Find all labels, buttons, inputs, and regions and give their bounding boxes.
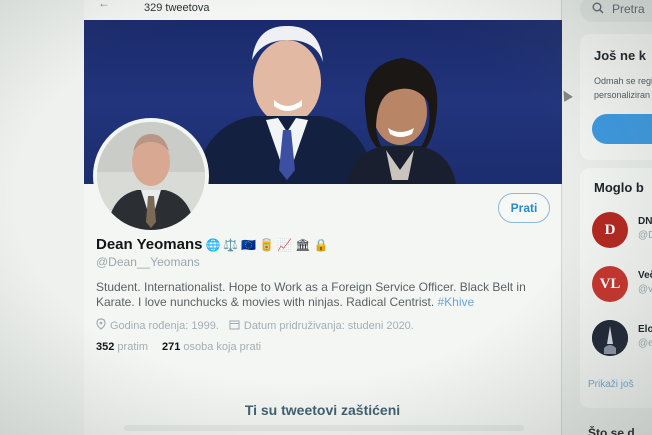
following-label: pratim <box>117 341 148 353</box>
suggestion-name: Elo <box>638 324 652 335</box>
user-handle: @Dean__Yeomans <box>96 255 200 269</box>
avatar-photo <box>97 122 205 230</box>
search-icon <box>592 2 604 17</box>
whats-happening-title: Što se d <box>588 426 635 435</box>
following-link[interactable]: 352 pratim <box>96 341 148 353</box>
suggestion-handle: @v <box>638 284 652 295</box>
search-placeholder: Pretra <box>612 2 645 16</box>
bio-hashtag-link[interactable]: #Khive <box>438 295 475 309</box>
suggestion-name: Več <box>638 270 652 281</box>
show-more-link[interactable]: Prikaži još <box>588 379 634 390</box>
lock-icon: 🔒 <box>313 237 329 252</box>
who-to-follow-card: Moglo b D DN @D VL Več @v Elo @el <box>580 168 652 408</box>
suggestion-name: DN <box>638 216 652 227</box>
eu-flag-icon: 🇪🇺 <box>241 237 257 252</box>
right-sidebar: Pretra Još ne k Odmah se regi personaliz… <box>562 0 652 435</box>
suggestion-item[interactable]: D DN @D <box>592 212 652 252</box>
location-pin-icon <box>96 318 106 333</box>
protected-tweets-title: Ti su tweetovi zaštićeni <box>244 402 401 418</box>
who-to-follow-title: Moglo b <box>594 180 644 195</box>
can-icon: 🥫 <box>259 237 275 252</box>
profile-header-bar: ← 329 tweetova <box>84 0 561 20</box>
following-count: 352 <box>96 341 115 353</box>
signup-card-line1: Odmah se regi <box>594 76 652 86</box>
followers-link[interactable]: 271 osoba koja prati <box>162 341 261 353</box>
suggestion-handle: @D <box>638 230 652 241</box>
signup-card-title: Još ne k <box>594 48 647 63</box>
profile-meta: Godina rođenja: 1999. Datum pridruživanj… <box>96 318 414 333</box>
name-row: Dean Yeomans 🌐 ⚖️ 🇪🇺 🥫 📈 🏛 🔒 <box>96 236 328 253</box>
tweet-count: 329 tweetova <box>144 2 210 14</box>
search-input[interactable]: Pretra <box>580 0 652 22</box>
scales-icon: ⚖️ <box>223 237 239 252</box>
follow-button[interactable]: Prati <box>498 193 550 223</box>
profile-bio: Student. Internationalist. Hope to Work … <box>96 280 526 310</box>
birth-year-text: Godina rođenja: 1999. <box>110 319 219 332</box>
suggestion-avatar: VL <box>592 266 628 302</box>
join-date-text: Datum pridruživanja: studeni 2020. <box>243 319 414 332</box>
suggestion-avatar: D <box>592 212 628 248</box>
calendar-icon <box>229 319 240 333</box>
signup-card: Još ne k Odmah se regi personaliziran <box>580 34 652 160</box>
suggestion-item[interactable]: VL Več @v <box>592 266 652 306</box>
followers-label: osoba koja prati <box>183 341 262 353</box>
back-arrow-icon[interactable]: ← <box>98 0 110 10</box>
suggestion-avatar <box>592 320 628 356</box>
signup-card-line2: personaliziran <box>594 90 651 100</box>
chart-increasing-icon: 📈 <box>277 237 293 252</box>
suggestion-item[interactable]: Elo @el <box>592 320 652 360</box>
suggestion-handle: @el <box>638 338 652 349</box>
left-margin <box>0 0 84 435</box>
follow-stats: 352 pratim 271 osoba koja prati <box>96 341 261 353</box>
followers-count: 271 <box>161 341 181 353</box>
protected-tweets-subtext <box>124 425 524 431</box>
display-name: Dean Yeomans <box>96 236 203 253</box>
profile-column: ← 329 tweetova Prati Dean Yeomans 🌐 ⚖️ 🇪… <box>84 0 562 435</box>
classical-building-icon: 🏛 <box>295 237 311 252</box>
profile-avatar[interactable] <box>93 118 209 234</box>
birth-info: Godina rođenja: 1999. <box>96 318 219 333</box>
signup-button[interactable] <box>592 114 652 144</box>
globe-icon: 🌐 <box>205 237 221 252</box>
join-info: Datum pridruživanja: studeni 2020. <box>229 319 414 333</box>
